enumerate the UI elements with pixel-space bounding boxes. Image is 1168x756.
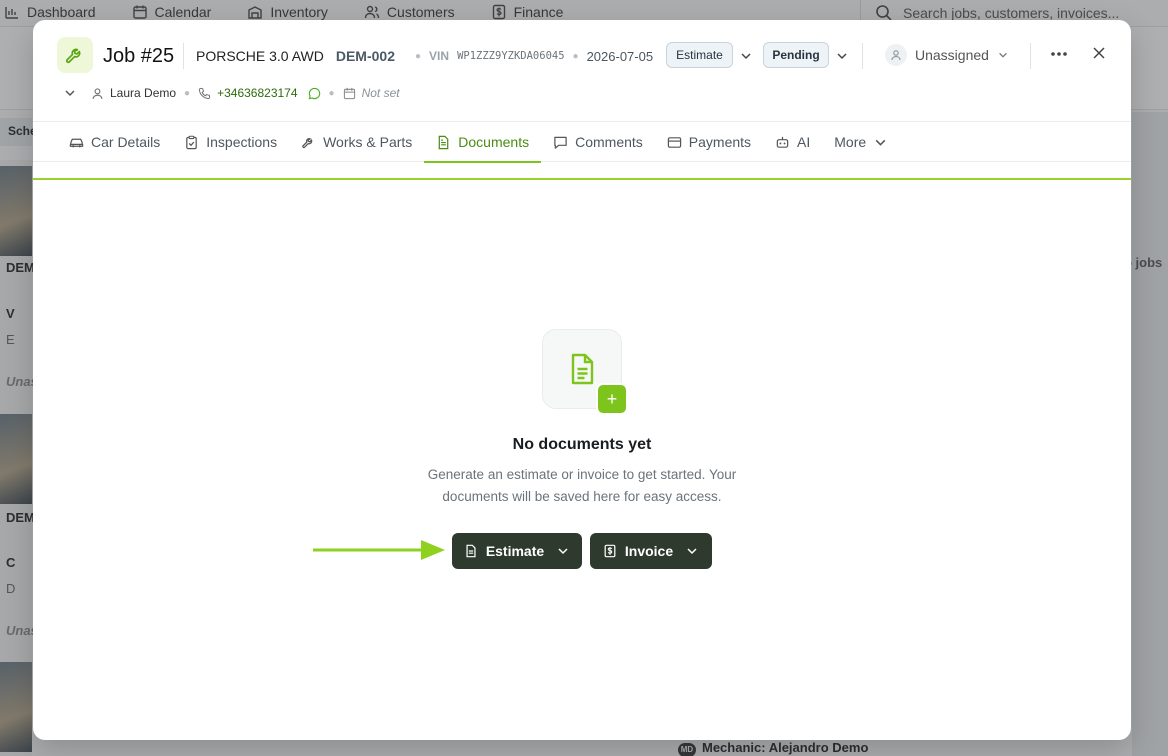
close-button[interactable] xyxy=(1090,44,1108,62)
header-divider xyxy=(1030,43,1031,69)
invoice-label: Invoice xyxy=(624,543,674,559)
robot-icon xyxy=(776,136,789,148)
tab-documents[interactable]: Documents xyxy=(424,122,541,163)
job-title: Job #25 xyxy=(103,45,175,67)
tab-label: More xyxy=(834,134,867,150)
wrench-icon xyxy=(302,137,313,148)
vin-label: VIN xyxy=(429,49,450,63)
schedule-date[interactable]: Not set xyxy=(343,86,400,100)
comment-icon xyxy=(554,136,567,149)
tab-car-details[interactable]: Car Details xyxy=(57,122,172,162)
document-icon xyxy=(438,135,449,149)
vehicle-summary: PORSCHE 3.0 AWD DEM-002 ● VIN WP1ZZZ9YZK… xyxy=(196,47,653,65)
separator-dot: ● xyxy=(328,87,335,99)
customer-phone[interactable]: +34636823174 xyxy=(198,86,320,100)
clipboard-icon xyxy=(186,135,198,149)
tab-label: AI xyxy=(797,134,811,150)
empty-state-description: Generate an estimate or invoice to get s… xyxy=(427,467,737,504)
assignee-label: Unassigned xyxy=(915,47,989,63)
job-icon-badge xyxy=(57,37,93,73)
more-horizontal-icon xyxy=(1051,52,1067,56)
user-icon xyxy=(891,50,901,61)
vin-value: WP1ZZZ9YZKDA06045 xyxy=(457,50,565,62)
header-divider xyxy=(183,43,184,69)
schedule-label: Not set xyxy=(361,86,400,100)
estimate-label: Estimate xyxy=(485,543,545,559)
customer-label: Laura Demo xyxy=(110,86,177,100)
create-invoice-button[interactable]: Invoice xyxy=(590,533,712,569)
avatar xyxy=(885,44,907,66)
job-header: Job #25 PORSCHE 3.0 AWD DEM-002 ● VIN WP… xyxy=(33,20,1131,122)
document-icon xyxy=(571,353,594,385)
tab-label: Inspections xyxy=(206,134,278,150)
tab-works-parts[interactable]: Works & Parts xyxy=(289,122,424,162)
separator-dot: ● xyxy=(184,87,191,99)
tab-inspections[interactable]: Inspections xyxy=(172,122,289,162)
chevron-down-icon xyxy=(875,139,886,146)
tab-label: Payments xyxy=(688,134,752,150)
customer-name[interactable]: Laura Demo xyxy=(91,86,176,100)
tab-label: Car Details xyxy=(91,134,161,150)
tab-label: Documents xyxy=(458,134,530,150)
chevron-down-icon[interactable] xyxy=(835,49,849,63)
user-icon xyxy=(92,87,103,99)
more-options-button[interactable] xyxy=(1049,44,1069,64)
job-date: 2026-07-05 xyxy=(586,48,654,64)
chevron-down-icon xyxy=(558,548,568,555)
job-modal: Job #25 PORSCHE 3.0 AWD DEM-002 ● VIN WP… xyxy=(33,20,1131,740)
chevron-down-icon xyxy=(999,52,1007,58)
assignee-select[interactable]: Unassigned xyxy=(885,44,1009,66)
phone-label: +34636823174 xyxy=(217,86,298,100)
document-icon xyxy=(466,544,476,558)
tab-label: Works & Parts xyxy=(323,134,413,150)
add-document-badge: + xyxy=(596,383,628,415)
separator-dot: ● xyxy=(415,50,422,62)
tab-progress-line xyxy=(33,178,1131,180)
create-estimate-button[interactable]: Estimate xyxy=(452,533,582,569)
tab-payments[interactable]: Payments xyxy=(655,122,763,162)
chevron-down-icon xyxy=(687,548,697,555)
empty-state-title: No documents yet xyxy=(512,436,652,453)
arrow-right-icon xyxy=(313,540,445,560)
tab-more[interactable]: More xyxy=(822,122,900,162)
car-icon xyxy=(69,138,84,147)
calendar-icon xyxy=(343,87,355,99)
tab-label: Comments xyxy=(575,134,643,150)
header-divider xyxy=(862,43,863,69)
job-tabs: Car Details Inspections Works & Parts Do… xyxy=(33,121,1131,163)
tab-ai[interactable]: AI xyxy=(763,122,822,162)
plate-number: DEM-002 xyxy=(335,48,395,64)
card-icon xyxy=(667,136,681,148)
job-status-pill[interactable]: Pending xyxy=(763,42,829,68)
car-name: PORSCHE 3.0 AWD xyxy=(196,48,324,64)
close-icon xyxy=(1093,47,1105,59)
tab-comments[interactable]: Comments xyxy=(541,122,655,162)
wrench-icon xyxy=(65,48,81,64)
customer-row: Laura Demo ● +34636823174 ● Not set xyxy=(63,84,400,102)
chevron-down-icon[interactable] xyxy=(63,86,77,100)
chevron-down-icon[interactable] xyxy=(739,49,753,63)
whatsapp-icon[interactable] xyxy=(308,87,321,100)
job-type-pill[interactable]: Estimate xyxy=(666,42,733,68)
separator-dot: ● xyxy=(572,50,579,62)
dollar-icon xyxy=(604,544,616,558)
phone-icon xyxy=(198,87,211,99)
